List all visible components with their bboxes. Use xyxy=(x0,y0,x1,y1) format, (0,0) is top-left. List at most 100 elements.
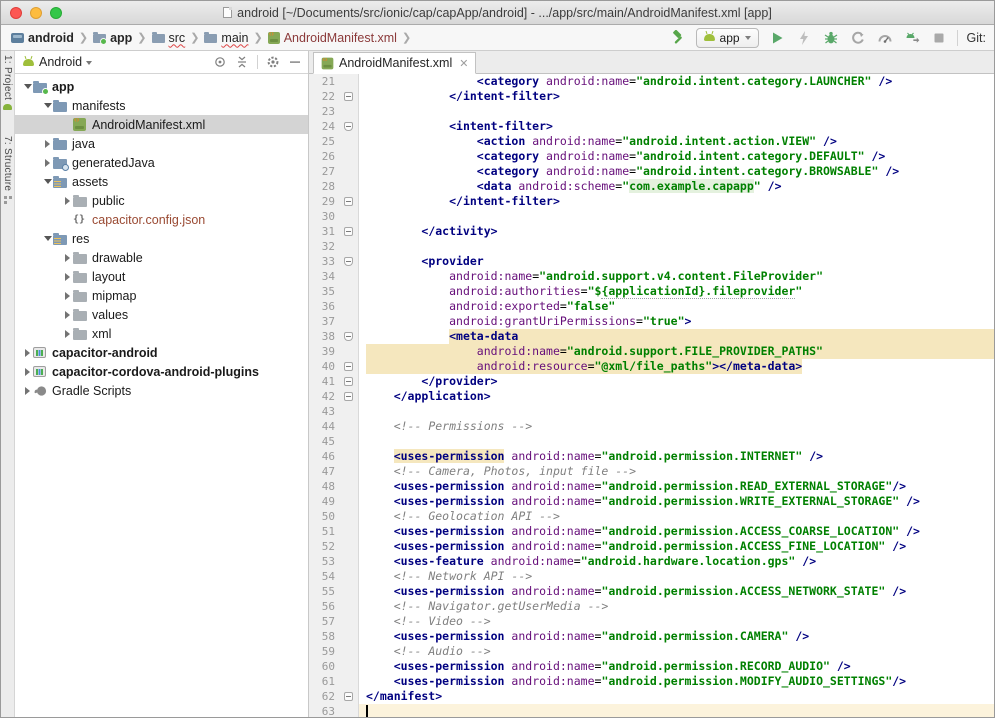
tree-item-assets[interactable]: assets xyxy=(15,172,308,191)
breadcrumb-item-android[interactable]: android xyxy=(9,30,76,46)
hide-icon[interactable] xyxy=(288,55,302,69)
collapsed-arrow-icon[interactable] xyxy=(62,292,73,300)
collapsed-arrow-icon[interactable] xyxy=(62,273,73,281)
collapse-all-icon[interactable] xyxy=(235,55,249,69)
collapsed-arrow-icon[interactable] xyxy=(42,159,53,167)
apply-changes-icon[interactable] xyxy=(795,29,813,47)
code-line[interactable]: 43 xyxy=(309,404,994,419)
expanded-arrow-icon[interactable] xyxy=(42,236,53,241)
code-line[interactable]: 42 </application> xyxy=(309,389,994,404)
code-line[interactable]: 57 <!-- Video --> xyxy=(309,614,994,629)
code-line[interactable]: 58 <uses-permission android:name="androi… xyxy=(309,629,994,644)
tree-item-capacitor-cordova-android-plugins[interactable]: capacitor-cordova-android-plugins xyxy=(15,362,308,381)
fold-end-icon[interactable] xyxy=(344,197,353,206)
fold-end-icon[interactable] xyxy=(344,692,353,701)
code-line[interactable]: 35 android:authorities="${applicationId}… xyxy=(309,284,994,299)
collapsed-arrow-icon[interactable] xyxy=(62,311,73,319)
code-line[interactable]: 63 xyxy=(309,704,994,717)
tree-item-capacitor-config-json[interactable]: {}capacitor.config.json xyxy=(15,210,308,229)
code-line[interactable]: 31 </activity> xyxy=(309,224,994,239)
code-line[interactable]: 50 <!-- Geolocation API --> xyxy=(309,509,994,524)
tree-item-values[interactable]: values xyxy=(15,305,308,324)
minimize-window-button[interactable] xyxy=(30,7,42,19)
fold-start-icon[interactable] xyxy=(344,332,353,341)
collapsed-arrow-icon[interactable] xyxy=(42,140,53,148)
tree-item-xml[interactable]: xml xyxy=(15,324,308,343)
collapsed-arrow-icon[interactable] xyxy=(62,330,73,338)
tree-item-mipmap[interactable]: mipmap xyxy=(15,286,308,305)
tool-window-tab-project[interactable]: 1: Project xyxy=(2,55,13,110)
tool-window-tab-structure[interactable]: 7: Structure xyxy=(2,136,13,203)
breadcrumb-item-src[interactable]: src xyxy=(150,30,188,46)
debug-bug-icon[interactable] xyxy=(822,29,840,47)
code-line[interactable]: 34 android:name="android.support.v4.cont… xyxy=(309,269,994,284)
code-line[interactable]: 40 android:resource="@xml/file_paths"></… xyxy=(309,359,994,374)
collapsed-arrow-icon[interactable] xyxy=(62,254,73,262)
fold-end-icon[interactable] xyxy=(344,392,353,401)
fold-end-icon[interactable] xyxy=(344,227,353,236)
fold-end-icon[interactable] xyxy=(344,92,353,101)
tree-item-gradle-scripts[interactable]: Gradle Scripts xyxy=(15,381,308,400)
code-line[interactable]: 51 <uses-permission android:name="androi… xyxy=(309,524,994,539)
code-line[interactable]: 22 </intent-filter> xyxy=(309,89,994,104)
fold-start-icon[interactable] xyxy=(344,257,353,266)
chevron-down-icon[interactable] xyxy=(86,61,92,65)
breadcrumb-item-main[interactable]: main xyxy=(202,30,250,46)
settings-gear-icon[interactable] xyxy=(266,55,280,69)
code-line[interactable]: 29 </intent-filter> xyxy=(309,194,994,209)
code-line[interactable]: 37 android:grantUriPermissions="true"> xyxy=(309,314,994,329)
tree-item-capacitor-android[interactable]: capacitor-android xyxy=(15,343,308,362)
expanded-arrow-icon[interactable] xyxy=(42,179,53,184)
code-line[interactable]: 49 <uses-permission android:name="androi… xyxy=(309,494,994,509)
code-line[interactable]: 41 </provider> xyxy=(309,374,994,389)
tree-item-manifests[interactable]: manifests xyxy=(15,96,308,115)
code-line[interactable]: 56 <!-- Navigator.getUserMedia --> xyxy=(309,599,994,614)
run-configuration-select[interactable]: app xyxy=(696,28,759,48)
code-line[interactable]: 44 <!-- Permissions --> xyxy=(309,419,994,434)
expanded-arrow-icon[interactable] xyxy=(22,84,33,89)
attach-debugger-icon[interactable] xyxy=(903,29,921,47)
tree-item-androidmanifest-xml[interactable]: AndroidManifest.xml xyxy=(15,115,308,134)
locate-icon[interactable] xyxy=(213,55,227,69)
code-line[interactable]: 60 <uses-permission android:name="androi… xyxy=(309,659,994,674)
code-line[interactable]: 48 <uses-permission android:name="androi… xyxy=(309,479,994,494)
code-line[interactable]: 32 xyxy=(309,239,994,254)
tree-item-public[interactable]: public xyxy=(15,191,308,210)
close-window-button[interactable] xyxy=(10,7,22,19)
fold-end-icon[interactable] xyxy=(344,362,353,371)
code-line[interactable]: 33 <provider xyxy=(309,254,994,269)
collapsed-arrow-icon[interactable] xyxy=(62,197,73,205)
fold-end-icon[interactable] xyxy=(344,377,353,386)
code-line[interactable]: 21 <category android:name="android.inten… xyxy=(309,74,994,89)
code-line[interactable]: 52 <uses-permission android:name="androi… xyxy=(309,539,994,554)
fold-start-icon[interactable] xyxy=(344,122,353,131)
build-hammer-icon[interactable] xyxy=(669,29,687,47)
code-line[interactable]: 54 <!-- Network API --> xyxy=(309,569,994,584)
collapsed-arrow-icon[interactable] xyxy=(22,349,33,357)
code-line[interactable]: 26 <category android:name="android.inten… xyxy=(309,149,994,164)
tree-item-app[interactable]: app xyxy=(15,77,308,96)
code-line[interactable]: 24 <intent-filter> xyxy=(309,119,994,134)
expanded-arrow-icon[interactable] xyxy=(42,103,53,108)
code-line[interactable]: 62</manifest> xyxy=(309,689,994,704)
code-line[interactable]: 46 <uses-permission android:name="androi… xyxy=(309,449,994,464)
collapsed-arrow-icon[interactable] xyxy=(22,368,33,376)
tree-item-drawable[interactable]: drawable xyxy=(15,248,308,267)
stop-button[interactable] xyxy=(930,29,948,47)
code-line[interactable]: 25 <action android:name="android.intent.… xyxy=(309,134,994,149)
breadcrumb-item-manifest[interactable]: AndroidManifest.xml xyxy=(266,30,399,46)
profiler-gauge-icon[interactable] xyxy=(876,29,894,47)
code-line[interactable]: 45 xyxy=(309,434,994,449)
profile-icon[interactable] xyxy=(849,29,867,47)
code-line[interactable]: 55 <uses-permission android:name="androi… xyxy=(309,584,994,599)
code-line[interactable]: 39 android:name="android.support.FILE_PR… xyxy=(309,344,994,359)
tree-item-layout[interactable]: layout xyxy=(15,267,308,286)
code-line[interactable]: 61 <uses-permission android:name="androi… xyxy=(309,674,994,689)
editor-code[interactable]: 21 <category android:name="android.inten… xyxy=(309,74,994,717)
code-line[interactable]: 59 <!-- Audio --> xyxy=(309,644,994,659)
run-button[interactable] xyxy=(768,29,786,47)
code-line[interactable]: 38 <meta-data xyxy=(309,329,994,344)
code-line[interactable]: 53 <uses-feature android:name="android.h… xyxy=(309,554,994,569)
code-line[interactable]: 30 xyxy=(309,209,994,224)
collapsed-arrow-icon[interactable] xyxy=(22,387,33,395)
